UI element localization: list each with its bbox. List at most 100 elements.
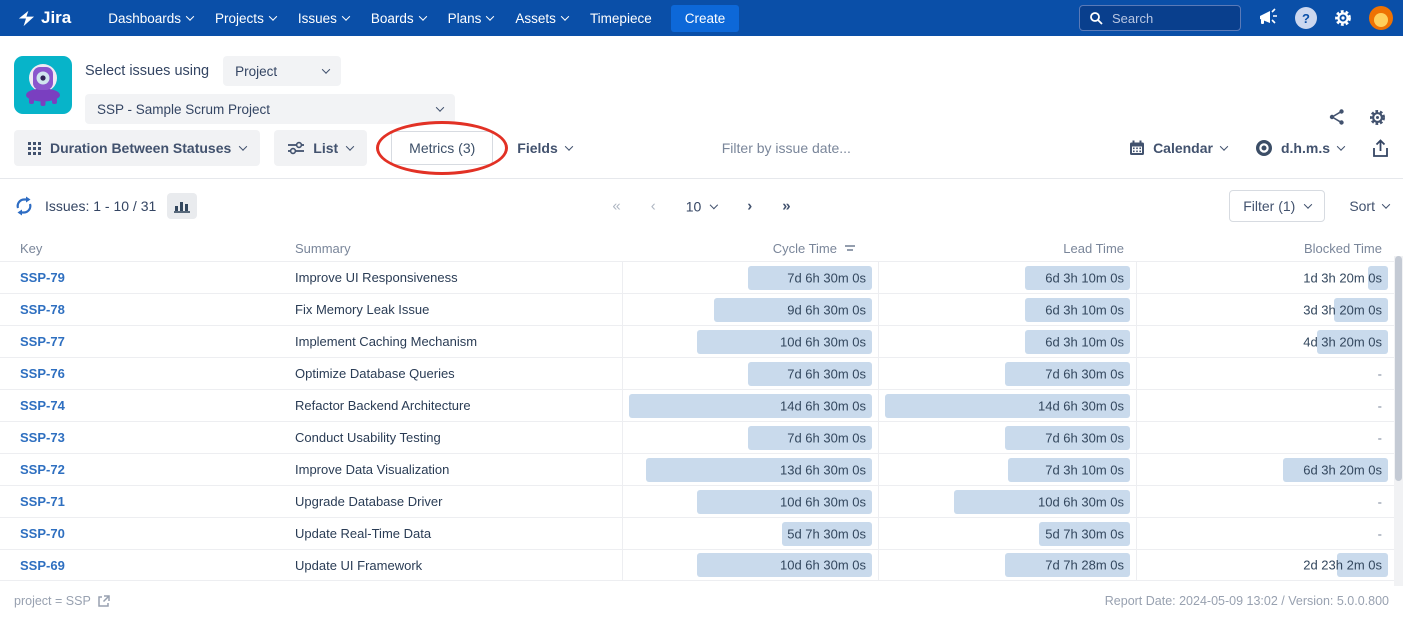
calendar-button[interactable]: Calendar [1129, 140, 1227, 156]
table-header: Key Summary Cycle Time Lead Time Blocked… [0, 235, 1394, 261]
issue-summary: Conduct Usability Testing [285, 422, 622, 453]
column-filter-icon[interactable] [844, 243, 856, 253]
scrollbar-thumb[interactable] [1395, 256, 1402, 481]
cycle-time-value: 14d 6h 30m 0s [780, 398, 866, 413]
column-header-cycle-time[interactable]: Cycle Time [622, 241, 878, 256]
issue-key-link[interactable]: SSP-70 [0, 518, 285, 549]
cycle-time-cell: 5d 7h 30m 0s [622, 518, 878, 549]
pagination-first-button[interactable]: « [612, 198, 620, 215]
issue-key-link[interactable]: SSP-73 [0, 422, 285, 453]
blocked-time-cell: - [1136, 390, 1394, 421]
user-avatar[interactable] [1369, 6, 1393, 30]
blocked-time-cell: 2d 23h 2m 0s [1136, 550, 1394, 580]
time-format-button[interactable]: d.h.m.s [1255, 139, 1344, 157]
search-icon [1089, 11, 1103, 25]
cycle-time-cell: 7d 6h 30m 0s [622, 422, 878, 453]
blocked-time-value: 3d 3h 20m 0s [1303, 302, 1382, 317]
issue-key-link[interactable]: SSP-76 [0, 358, 285, 389]
jira-logo[interactable]: Jira [16, 8, 71, 28]
top-navbar: Jira Dashboards Projects IssuesBoards Plans… [0, 0, 1403, 36]
lead-time-value: 7d 6h 30m 0s [1045, 430, 1124, 445]
cycle-time-cell: 10d 6h 30m 0s [622, 326, 878, 357]
column-header-summary[interactable]: Summary [285, 241, 622, 256]
select-mode-dropdown[interactable]: Project [223, 56, 341, 86]
calendar-label: Calendar [1153, 140, 1213, 156]
blocked-time-cell: 3d 3h 20m 0s [1136, 294, 1394, 325]
chart-view-button[interactable] [167, 193, 197, 219]
project-dropdown[interactable]: SSP - Sample Scrum Project [85, 94, 455, 124]
report-type-button[interactable]: Duration Between Statuses [14, 130, 260, 166]
announcements-icon[interactable] [1257, 8, 1279, 28]
settings-icon[interactable] [1333, 8, 1353, 28]
external-link-icon[interactable] [97, 595, 110, 608]
nav-item-issues[interactable]: Issues [287, 11, 360, 26]
table-row: SSP-69Update UI Framework10d 6h 30m 0s7d… [0, 549, 1394, 581]
sort-button[interactable]: Sort [1349, 198, 1389, 214]
chevron-down-icon [710, 200, 718, 208]
issue-summary: Upgrade Database Driver [285, 486, 622, 517]
filter-button[interactable]: Filter (1) [1229, 190, 1325, 222]
view-button[interactable]: List [274, 130, 367, 166]
cycle-time-cell: 7d 6h 30m 0s [622, 358, 878, 389]
nav-item-timepiece[interactable]: Timepiece [579, 11, 663, 26]
nav-item-boards[interactable]: Boards [360, 11, 437, 26]
issue-summary: Fix Memory Leak Issue [285, 294, 622, 325]
lead-time-cell: 7d 7h 28m 0s [878, 550, 1136, 580]
issue-key-link[interactable]: SSP-69 [0, 550, 285, 580]
column-header-lead-time[interactable]: Lead Time [878, 241, 1136, 256]
chevron-down-icon [418, 12, 426, 20]
pagination-last-button[interactable]: » [782, 198, 790, 215]
cycle-time-cell: 13d 6h 30m 0s [622, 454, 878, 485]
issue-key-link[interactable]: SSP-71 [0, 486, 285, 517]
jira-logo-text: Jira [41, 8, 71, 28]
nav-item-label: Projects [215, 11, 264, 26]
calendar-icon [1129, 140, 1145, 156]
issue-key-link[interactable]: SSP-77 [0, 326, 285, 357]
page-size-dropdown[interactable]: 10 [686, 198, 718, 214]
issue-date-filter-input[interactable] [720, 139, 900, 157]
create-button[interactable]: Create [671, 5, 740, 32]
lead-time-cell: 10d 6h 30m 0s [878, 486, 1136, 517]
table-row: SSP-77Implement Caching Mechanism10d 6h … [0, 325, 1394, 357]
time-format-label: d.h.m.s [1281, 140, 1330, 156]
column-header-key[interactable]: Key [0, 241, 285, 256]
pagination-prev-button[interactable]: ‹ [651, 198, 656, 215]
select-issues-label: Select issues using [85, 63, 209, 79]
pagination-next-button[interactable]: › [747, 198, 752, 215]
nav-item-label: Plans [448, 11, 482, 26]
issue-summary: Improve UI Responsiveness [285, 262, 622, 293]
cycle-time-value: 7d 6h 30m 0s [787, 270, 866, 285]
chevron-down-icon [269, 12, 277, 20]
table-row: SSP-73Conduct Usability Testing7d 6h 30m… [0, 421, 1394, 453]
nav-item-plans[interactable]: Plans [437, 11, 505, 26]
export-icon[interactable] [1372, 139, 1389, 158]
blocked-time-value: - [1378, 398, 1382, 413]
issue-summary: Optimize Database Queries [285, 358, 622, 389]
grid-icon [28, 142, 41, 155]
issue-key-link[interactable]: SSP-72 [0, 454, 285, 485]
nav-item-assets[interactable]: Assets [504, 11, 579, 26]
nav-item-projects[interactable]: Projects [204, 11, 287, 26]
column-header-blocked-time[interactable]: Blocked Time [1136, 241, 1394, 256]
clock-icon [1255, 139, 1273, 157]
refresh-icon[interactable] [14, 196, 34, 216]
issue-summary: Implement Caching Mechanism [285, 326, 622, 357]
nav-item-dashboards[interactable]: Dashboards [97, 11, 204, 26]
cycle-time-value: 13d 6h 30m 0s [780, 462, 866, 477]
blocked-time-cell: - [1136, 518, 1394, 549]
lead-time-value: 5d 7h 30m 0s [1045, 526, 1124, 541]
search-input[interactable] [1110, 10, 1220, 27]
cycle-time-value: 10d 6h 30m 0s [780, 494, 866, 509]
fields-button[interactable]: Fields [505, 130, 583, 166]
navbar-search[interactable] [1079, 5, 1241, 31]
table-row: SSP-78Fix Memory Leak Issue9d 6h 30m 0s6… [0, 293, 1394, 325]
issue-key-link[interactable]: SSP-78 [0, 294, 285, 325]
issue-key-link[interactable]: SSP-74 [0, 390, 285, 421]
help-icon[interactable]: ? [1295, 7, 1317, 29]
blocked-time-cell: - [1136, 486, 1394, 517]
metrics-button[interactable]: Metrics (3) [391, 131, 493, 165]
issue-key-link[interactable]: SSP-79 [0, 262, 285, 293]
blocked-time-value: 6d 3h 20m 0s [1303, 462, 1382, 477]
sort-label: Sort [1349, 198, 1375, 214]
chevron-down-icon [1220, 142, 1228, 150]
